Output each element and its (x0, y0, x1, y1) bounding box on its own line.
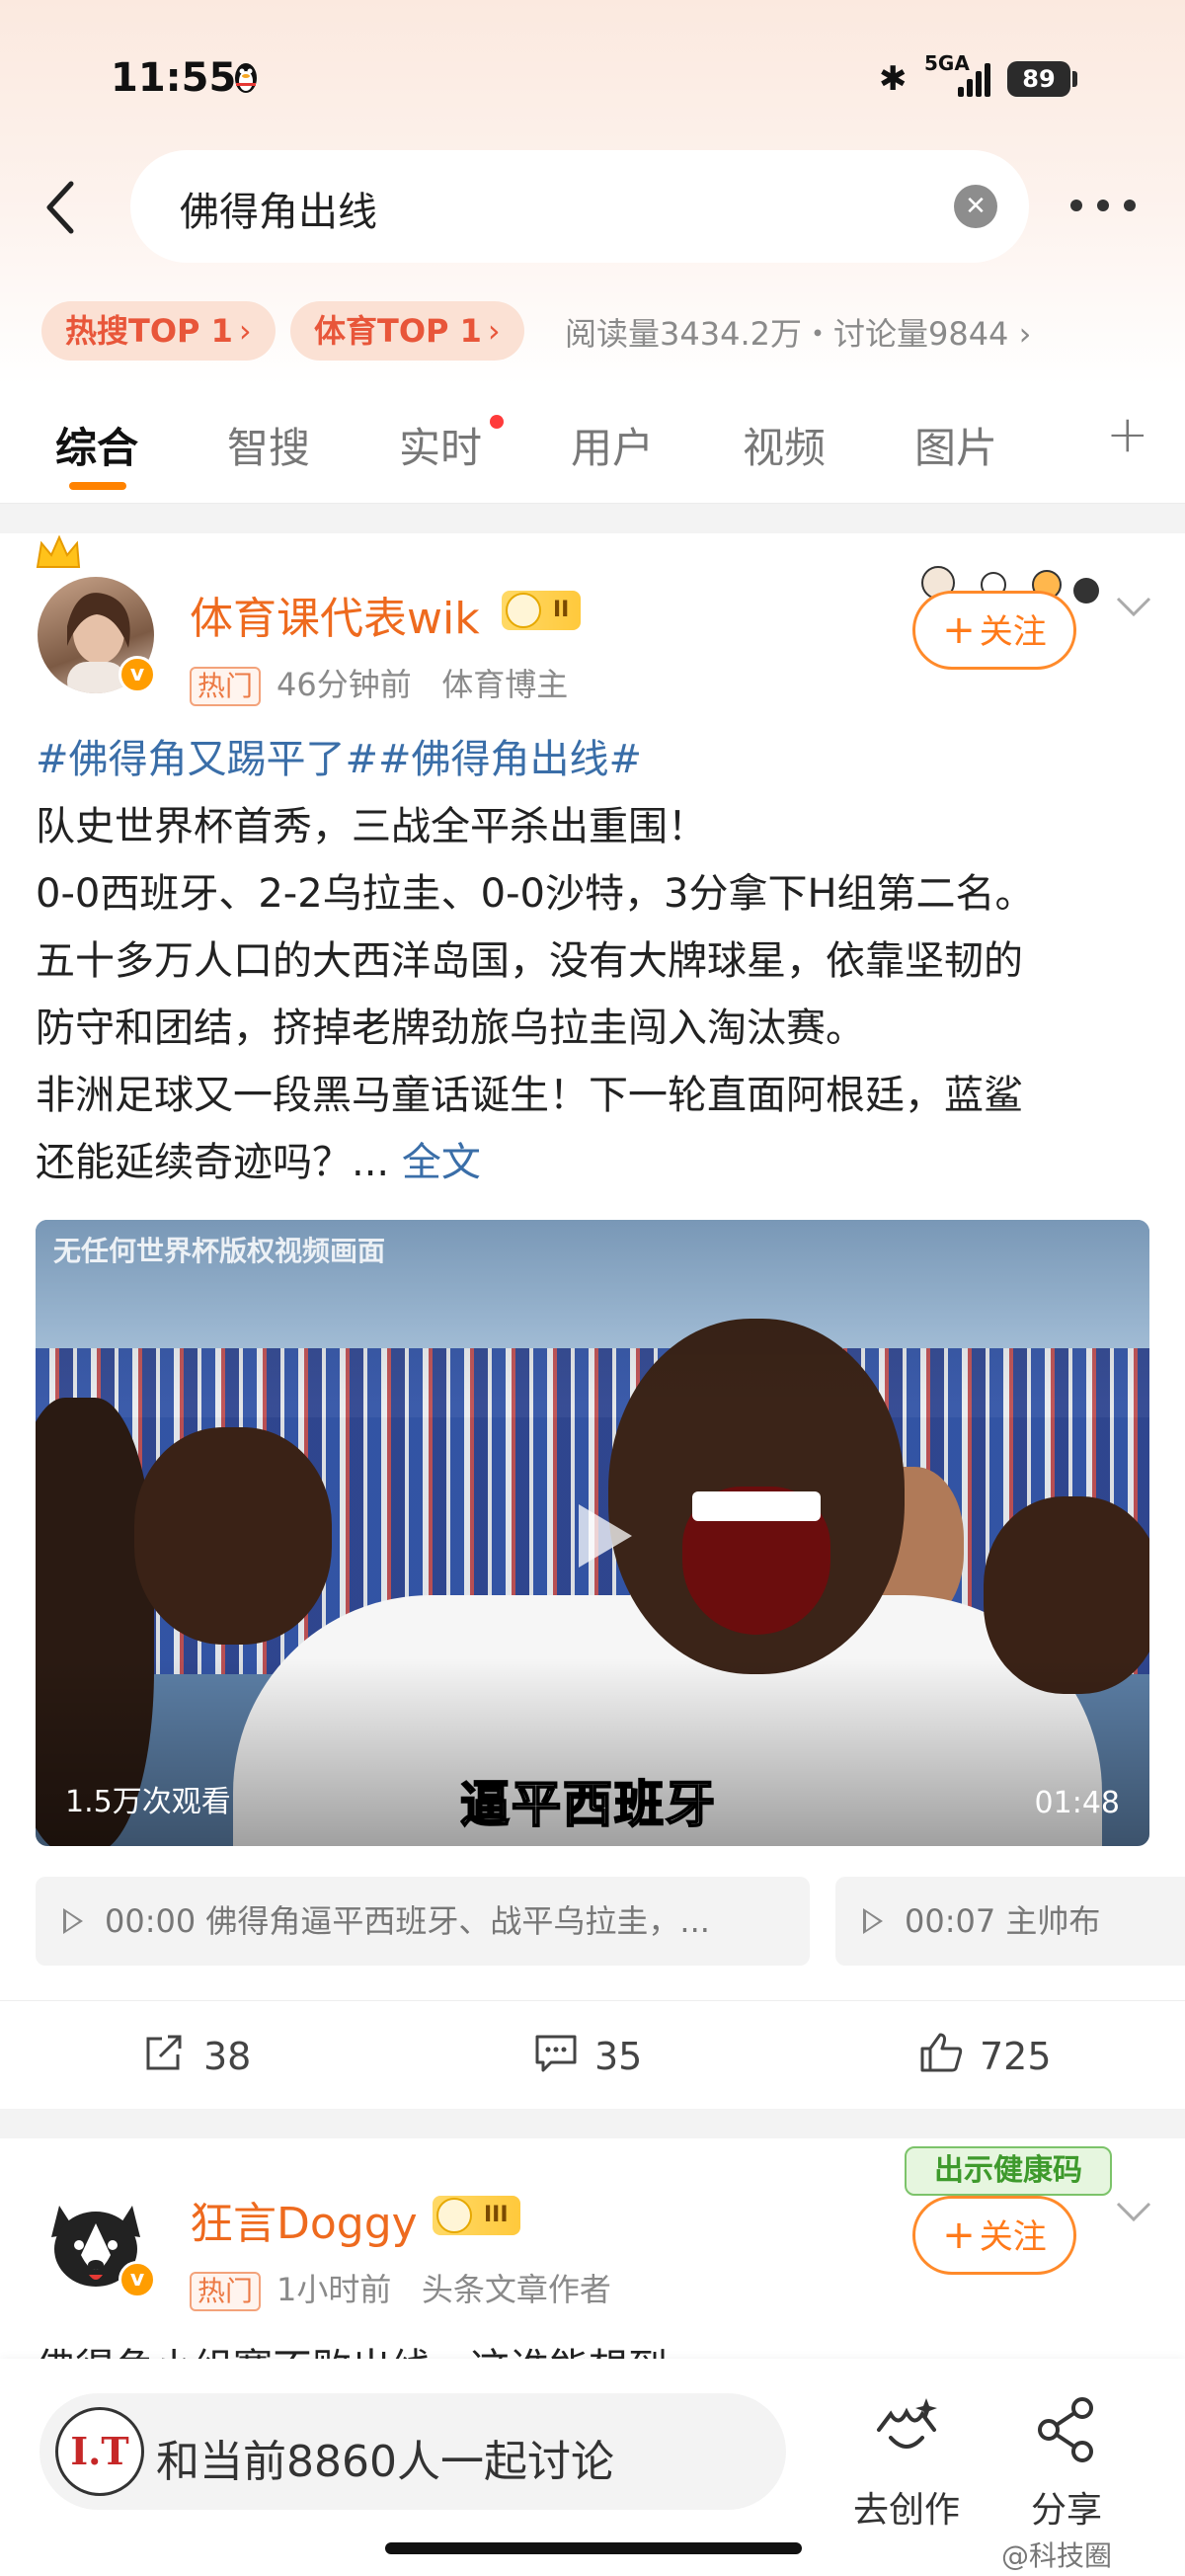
tab-comprehensive[interactable]: 综合 (55, 415, 138, 475)
chapter-label: 00:07 主帅布 (905, 1902, 1101, 1940)
follow-label: 关注 (979, 2217, 1047, 2257)
thumbs-up-icon (920, 2033, 963, 2072)
create-label: 去创作 (852, 2490, 960, 2531)
post-line: 0-0西班牙、2-2乌拉圭、0-0沙特，3分拿下H组第二名。 (36, 871, 1035, 917)
verified-badge-icon: v (118, 656, 156, 693)
post-line: 五十多万人口的大西洋岛国，没有大牌球星，依靠坚韧的 (36, 938, 1023, 984)
post-line: 队史世界杯首秀，三战全平杀出重围！ (36, 804, 707, 849)
tab-videos[interactable]: 视频 (743, 415, 826, 475)
verified-badge-icon: v (118, 2261, 156, 2298)
author-name[interactable]: 体育课代表wik (190, 583, 480, 646)
post-meta: 热门 1小时前 头条文章作者 (190, 2265, 611, 2311)
post-time: 1小时前 (276, 2271, 392, 2308)
discussion-input[interactable]: I.T 和当前8860人一起讨论 (40, 2393, 786, 2510)
signal-icon (958, 63, 993, 97)
health-code-sticker: 出示健康码 (905, 2146, 1112, 2196)
hot-search-tag-label: 热搜TOP 1 (65, 312, 233, 350)
tab-images[interactable]: 图片 (914, 415, 997, 475)
topic-stats[interactable]: 阅读量3434.2万・讨论量9844 › (565, 309, 1031, 355)
clear-search-icon[interactable]: ✕ (954, 185, 997, 228)
post-line: 非洲足球又一段黑马童话诞生！下一轮直面阿根廷，蓝鲨 (36, 1073, 1023, 1118)
video-watermark: 无任何世界杯版权视频画面 (53, 1235, 386, 1267)
astronaut-icon (506, 593, 541, 628)
video-caption: 逼平西班牙 (459, 1775, 717, 1834)
post-actions: 38 35 725 (0, 2000, 1185, 2109)
video-views: 1.5万次观看 (65, 1785, 231, 1819)
battery-tip (1072, 71, 1077, 87)
create-icon (877, 2398, 937, 2449)
tab-realtime-dot (490, 415, 504, 429)
video-player[interactable]: 无任何世界杯版权视频画面 1.5万次观看 逼平西班牙 01:48 (36, 1220, 1149, 1846)
user-level: III (484, 2203, 509, 2227)
hot-search-tag[interactable]: 热搜TOP 1 › (41, 301, 276, 361)
discussion-placeholder: 和当前8860人一起讨论 (156, 2437, 614, 2487)
battery-level: 89 (1007, 61, 1070, 97)
chapter-label: 00:00 佛得角逼平西班牙、战平乌拉圭，... (105, 1902, 710, 1940)
chevron-down-icon[interactable] (1112, 585, 1155, 628)
post-line: 还能延续奇迹吗？... (36, 1140, 390, 1185)
post-source: 头条文章作者 (421, 2271, 611, 2308)
tab-realtime[interactable]: 实时 (399, 415, 482, 475)
video-chapter[interactable]: 00:07 主帅布 (835, 1877, 1185, 1966)
status-time: 11:55 (111, 55, 237, 101)
share-icon (1038, 2397, 1093, 2462)
video-chapter[interactable]: 00:00 佛得角逼平西班牙、战平乌拉圭，... (36, 1877, 810, 1966)
qq-penguin-icon (235, 63, 257, 93)
play-icon[interactable] (561, 1496, 640, 1575)
topic-stats-text: 阅读量3434.2万・讨论量9844 (565, 315, 1009, 353)
bluetooth-icon: ✱ (879, 59, 908, 99)
repost-count: 38 (203, 2035, 252, 2078)
post-body: #佛得角又踢平了##佛得角出线# 队史世界杯首秀，三战全平杀出重围！ 0-0西班… (36, 726, 1151, 1196)
share-button[interactable]: 分享 (1007, 2394, 1126, 2531)
post-source: 体育博主 (441, 666, 569, 703)
post-hashtags[interactable]: #佛得角又踢平了##佛得角出线# (36, 726, 1151, 793)
home-indicator[interactable] (385, 2542, 802, 2554)
more-options-icon[interactable] (1070, 194, 1136, 217)
tab-bar: 综合 智搜 实时 用户 视频 图片 + (0, 385, 1185, 504)
user-level-badge: II (502, 591, 582, 630)
chapter-play-icon (63, 1908, 83, 1934)
it-avatar: I.T (55, 2407, 144, 2496)
follow-button[interactable]: + 关注 (912, 591, 1076, 670)
status-bar: 11:55 ✱ 5GA 89 (0, 0, 1185, 148)
add-tab-icon[interactable]: + (1106, 405, 1149, 464)
repost-icon (146, 2035, 182, 2070)
hot-label: 热门 (190, 667, 262, 706)
crown-level-icon (436, 2198, 472, 2233)
post-line: 防守和团结，挤掉老牌劲旅乌拉圭闯入淘汰赛。 (36, 1006, 865, 1051)
post-meta: 热门 46分钟前 体育博主 (190, 660, 568, 706)
post-card[interactable]: v 体育课代表wik II 热门 46分钟前 体育博主 + 关注 #佛得角又踢平了#… (0, 533, 1185, 2109)
chapter-play-icon (863, 1908, 883, 1934)
follow-label: 关注 (979, 612, 1047, 652)
sports-tag[interactable]: 体育TOP 1 › (290, 301, 524, 361)
tab-users[interactable]: 用户 (571, 415, 654, 475)
sports-tag-label: 体育TOP 1 (314, 312, 482, 350)
corner-watermark: @科技圈 (1001, 2539, 1113, 2572)
like-count: 725 (980, 2035, 1052, 2078)
crown-icon (36, 534, 81, 568)
tab-smart-search[interactable]: 智搜 (227, 415, 310, 475)
comment-icon (535, 2035, 577, 2072)
chevron-down-icon[interactable] (1112, 2190, 1155, 2233)
active-tab-indicator (69, 482, 126, 490)
search-input[interactable]: 佛得角出线 ✕ (130, 150, 1029, 263)
full-text-link[interactable]: 全文 (402, 1140, 481, 1185)
video-duration: 01:48 (1034, 1786, 1120, 1820)
back-arrow-icon[interactable] (41, 178, 81, 237)
it-avatar-text: I.T (70, 2429, 129, 2473)
share-label: 分享 (1030, 2490, 1102, 2531)
user-level: II (553, 598, 570, 622)
user-level-badge: III (433, 2196, 520, 2235)
follow-button[interactable]: + 关注 (912, 2196, 1076, 2275)
comment-count: 35 (594, 2035, 643, 2078)
author-name[interactable]: 狂言Doggy (190, 2188, 418, 2251)
create-button[interactable]: 去创作 (847, 2394, 966, 2531)
search-query[interactable]: 佛得角出线 (180, 180, 377, 237)
post-time: 46分钟前 (276, 666, 412, 703)
hot-label: 热门 (190, 2272, 262, 2311)
